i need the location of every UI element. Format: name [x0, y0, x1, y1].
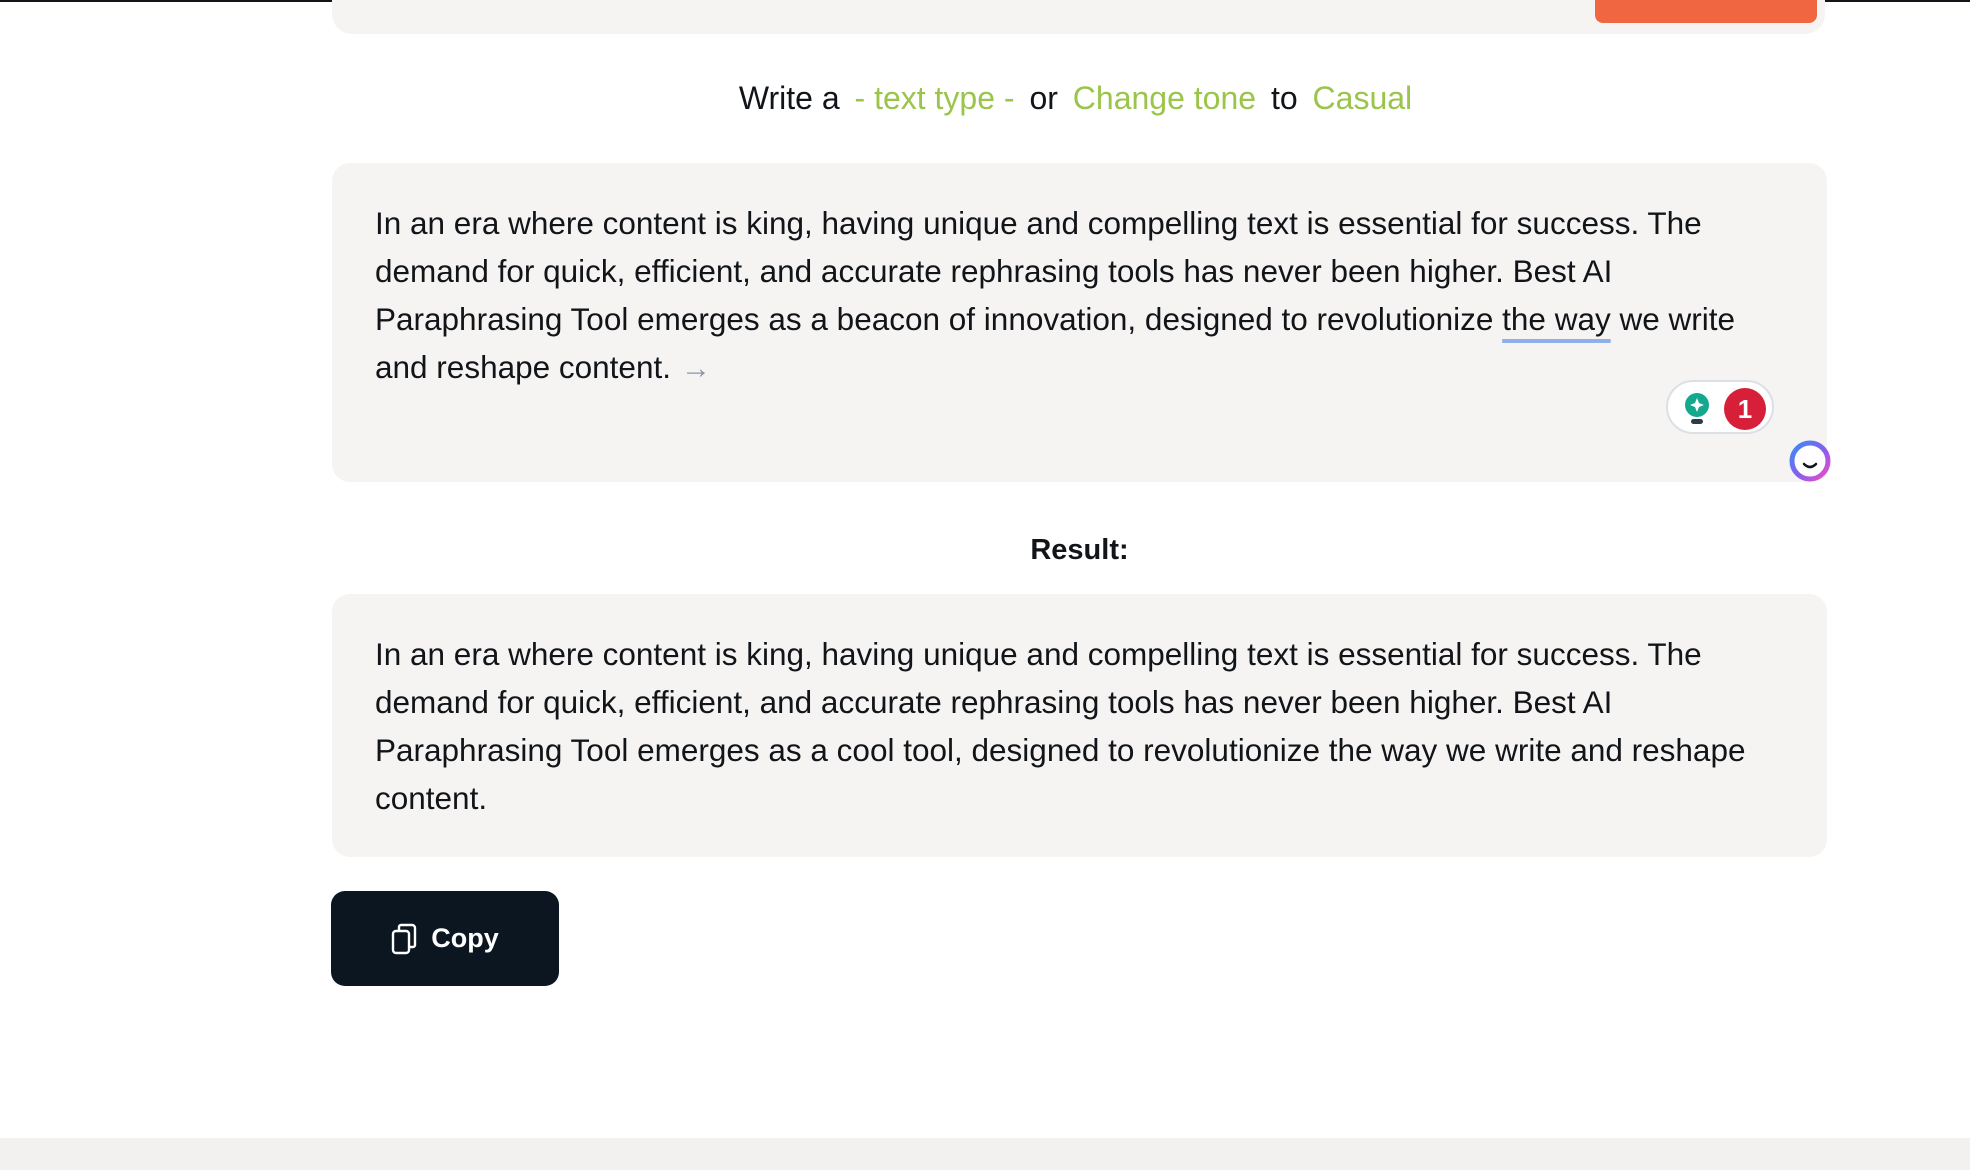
- submit-button[interactable]: [1595, 0, 1817, 23]
- tone-selector[interactable]: Casual: [1313, 80, 1413, 116]
- input-text-area[interactable]: In an era where content is king, having …: [332, 163, 1827, 482]
- grammar-flagged-phrase[interactable]: the way: [1502, 301, 1611, 337]
- copy-button[interactable]: Copy: [331, 891, 559, 986]
- prompt-line: Write a - text type - or Change tone to …: [332, 72, 1825, 124]
- input-text[interactable]: In an era where content is king, having …: [375, 199, 1795, 393]
- footer-band: [0, 1138, 1970, 1170]
- writing-assistant-widget[interactable]: 1: [1666, 380, 1774, 434]
- suggestion-count-badge: 1: [1724, 388, 1766, 430]
- result-text: In an era where content is king, having …: [375, 636, 1746, 816]
- copy-button-label: Copy: [431, 923, 499, 953]
- arrow-right-icon: →: [680, 352, 711, 385]
- copy-icon: [392, 923, 417, 954]
- lightbulb-icon: [1685, 393, 1709, 424]
- result-heading: Result:: [1030, 534, 1129, 566]
- prompt-or: or: [1029, 80, 1058, 116]
- assistant-face-icon[interactable]: [1786, 438, 1834, 484]
- prompt-write-a: Write a: [738, 80, 840, 116]
- result-text-area: In an era where content is king, having …: [332, 594, 1827, 857]
- change-tone-selector[interactable]: Change tone: [1073, 80, 1256, 116]
- text-type-selector[interactable]: - text type -: [855, 80, 1015, 116]
- prompt-to: to: [1270, 80, 1298, 116]
- options-card: [332, 0, 1825, 34]
